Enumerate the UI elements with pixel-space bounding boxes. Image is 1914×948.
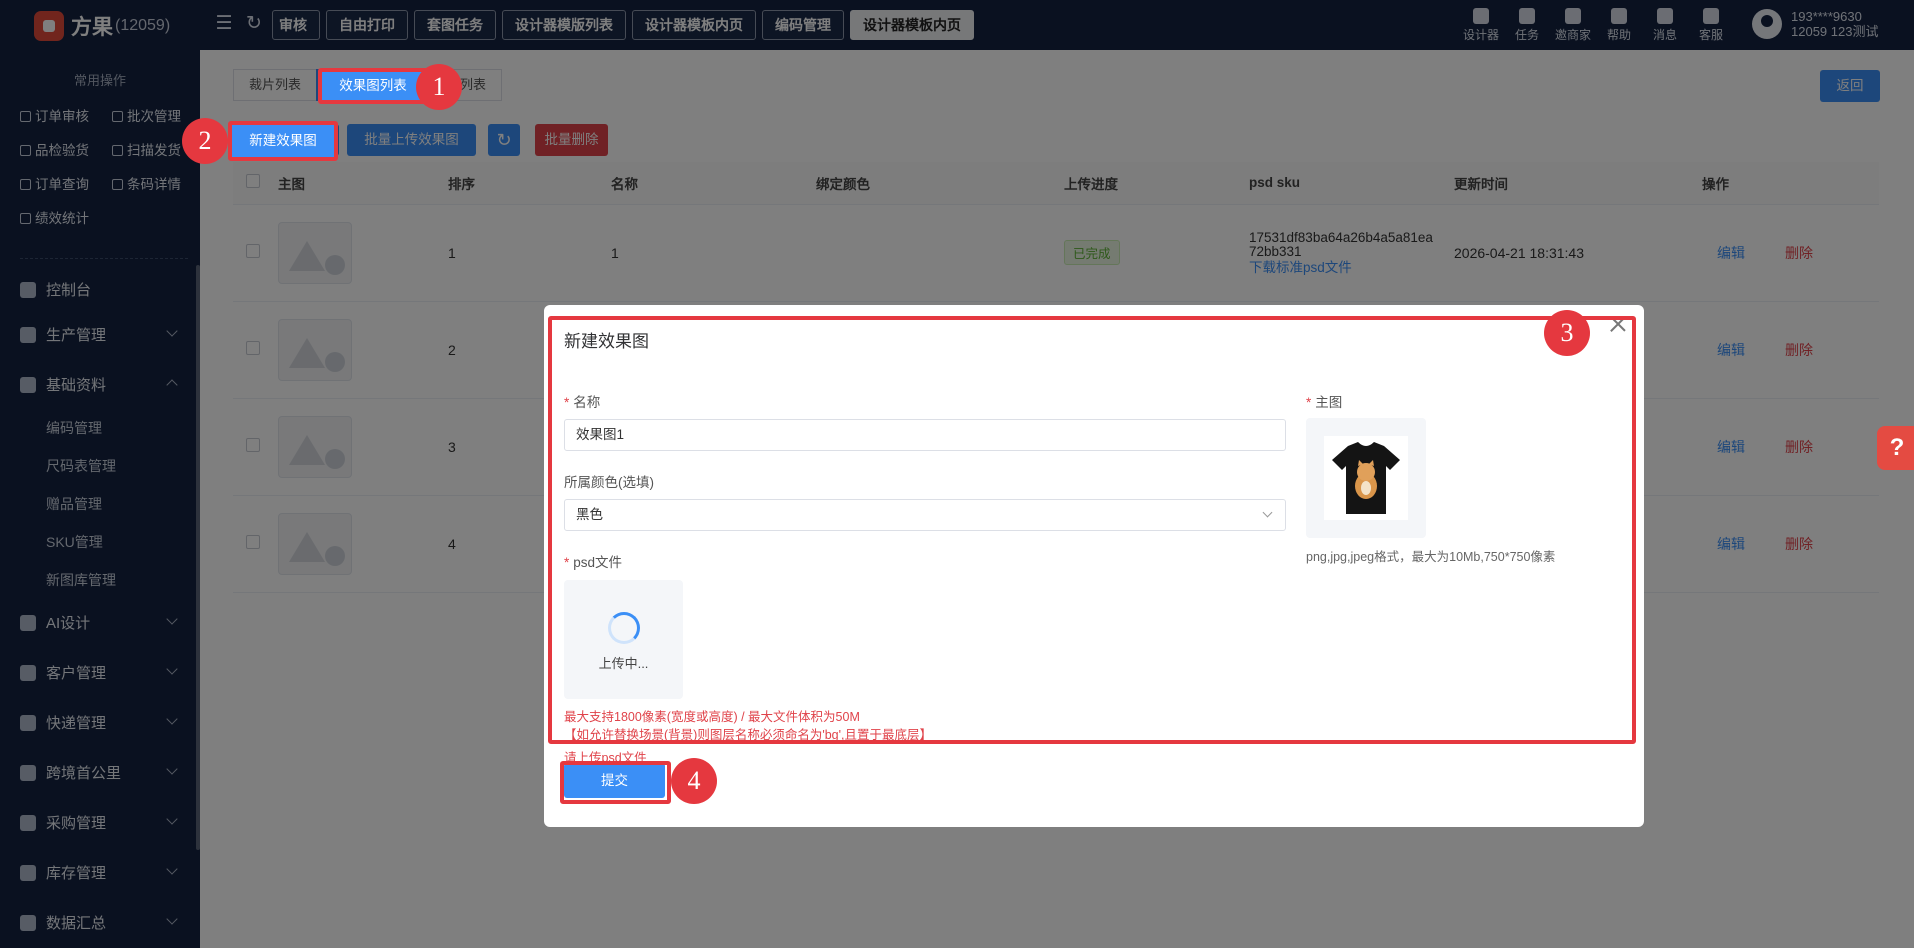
annotation-number-4: 4 [671, 758, 717, 804]
annotation-button-label: 新建效果图 [249, 133, 317, 148]
annotation-box-2: 新建效果图 [228, 121, 338, 161]
annotation-number-3: 3 [1544, 310, 1590, 356]
app-root: 方果 (12059) ☰ ↻ 审核 自由打印 套图任务 设计器模版列表 设计器模… [0, 0, 1914, 948]
annotation-box-1: 效果图列表 [318, 68, 428, 104]
annotation-tab-label: 效果图列表 [339, 78, 407, 93]
help-float-button[interactable]: ? [1877, 426, 1914, 470]
annotation-number-2: 2 [182, 118, 228, 164]
annotation-box-4 [560, 761, 671, 804]
annotation-number-1: 1 [416, 64, 462, 110]
annotation-box-3 [548, 316, 1636, 744]
